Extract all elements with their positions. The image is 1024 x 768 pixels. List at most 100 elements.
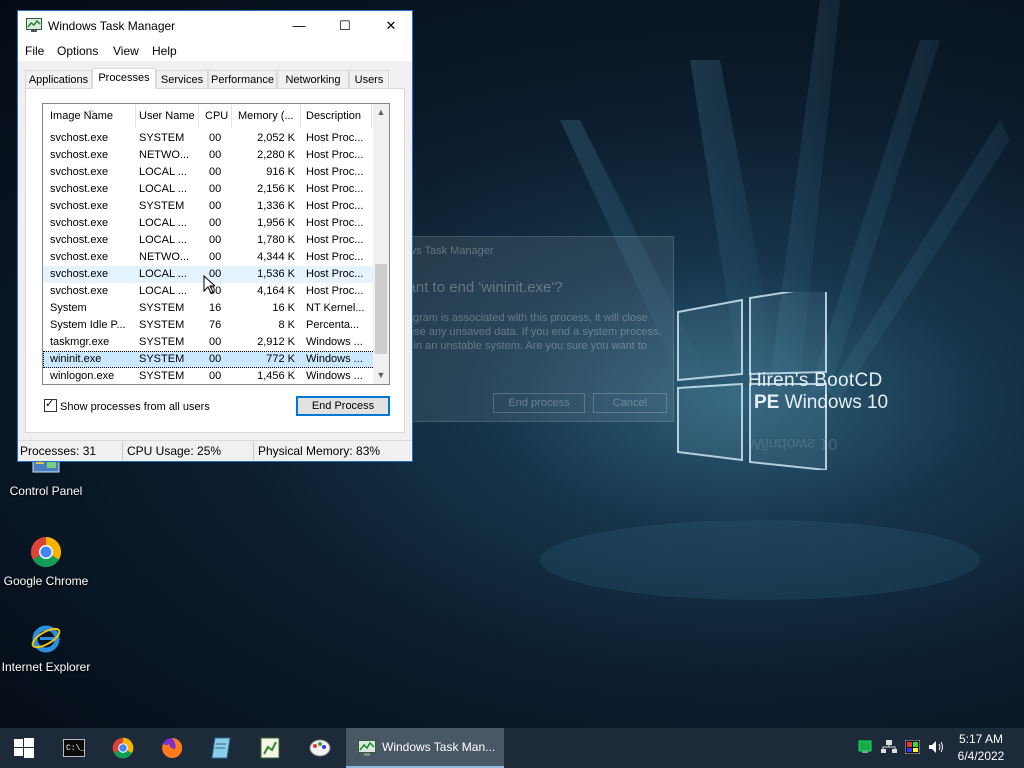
task-manager-icon (26, 18, 42, 35)
cell-cpu: 00 (209, 149, 222, 161)
table-row[interactable]: System Idle P... SYSTEM 76 8 K Percenta... (43, 317, 375, 334)
menu-options[interactable]: Options (57, 44, 98, 58)
cell-user: LOCAL ... (139, 285, 187, 297)
close-button[interactable]: ✕ (368, 11, 414, 41)
taskbar-paint[interactable] (296, 728, 344, 768)
cell-mem: 916 K (266, 166, 295, 178)
taskbar-task-manager[interactable]: Windows Task Man... (346, 728, 504, 768)
tab-networking[interactable]: Networking (277, 70, 349, 88)
start-icon (14, 738, 34, 758)
cell-desc: Windows ... (306, 353, 363, 365)
column-image-name[interactable]: Image Name (50, 110, 113, 122)
checkbox-checked-icon[interactable] (44, 397, 57, 412)
cell-desc: Host Proc... (306, 200, 364, 212)
clock-date: 6/4/2022 (957, 749, 1005, 763)
column-cpu[interactable]: CPU (205, 110, 228, 122)
paint-icon (309, 739, 331, 757)
menu-view[interactable]: View (113, 44, 139, 58)
tab-processes[interactable]: Processes (92, 68, 156, 89)
desktop-icon-label: Control Panel (9, 484, 83, 498)
menu-file[interactable]: File (25, 44, 44, 58)
end-process-button[interactable]: End Process (296, 396, 390, 416)
task-manager-icon (358, 740, 376, 756)
taskbar-sheet[interactable] (246, 728, 294, 768)
cell-image: svchost.exe (50, 183, 109, 195)
menu-help[interactable]: Help (152, 44, 177, 58)
table-row[interactable]: System SYSTEM 16 16 K NT Kernel... (43, 300, 375, 317)
tab-services[interactable]: Services (156, 70, 208, 88)
cell-desc: NT Kernel... (306, 302, 365, 314)
desktop-icon-chrome[interactable]: Google Chrome (0, 536, 94, 588)
scroll-thumb[interactable] (375, 264, 387, 354)
tab-performance[interactable]: Performance (208, 70, 277, 88)
cell-cpu: 00 (209, 200, 222, 212)
monitor-icon[interactable] (858, 740, 872, 754)
cell-desc: Windows ... (306, 370, 363, 382)
cell-image: winlogon.exe (50, 370, 115, 382)
table-row[interactable]: svchost.exe LOCAL ... 00 916 K Host Proc... (43, 164, 375, 181)
taskbar-cmd[interactable]: C:\_ (50, 728, 98, 768)
cell-cpu: 00 (209, 353, 222, 365)
show-all-processes-checkbox[interactable]: Show processes from all users (44, 397, 210, 413)
cell-desc: Host Proc... (306, 217, 364, 229)
menu-bar: File Options View Help (18, 41, 412, 61)
cell-desc: Host Proc... (306, 132, 364, 144)
cell-desc: Host Proc... (306, 149, 364, 161)
cell-user: LOCAL ... (139, 234, 187, 246)
table-row[interactable]: svchost.exe LOCAL ... 00 1,956 K Host Proc..… (43, 215, 375, 232)
cell-mem: 16 K (272, 302, 295, 314)
cell-mem: 772 K (266, 353, 295, 365)
tab-users[interactable]: Users (349, 70, 389, 88)
system-clock[interactable]: 5:17 AM 6/4/2022 (946, 731, 1016, 765)
cell-user: NETWO... (139, 149, 190, 161)
taskbar-notepad[interactable] (197, 728, 245, 768)
status-bar: Processes: 31 CPU Usage: 25% Physical Me… (18, 440, 412, 461)
desktop-icon-internet-explorer[interactable]: Internet Explorer (0, 622, 94, 674)
clock-time: 5:17 AM (958, 732, 1004, 746)
processes-panel: ︿ Image Name User Name CPU Memory (... D… (25, 88, 405, 433)
taskbar-chrome[interactable] (99, 728, 147, 768)
table-row[interactable]: winlogon.exe SYSTEM 00 1,456 K Windows ... (43, 368, 375, 384)
column-user-name[interactable]: User Name (139, 110, 195, 122)
cmd-icon: C:\_ (63, 739, 85, 757)
table-row[interactable]: svchost.exe NETWO... 00 2,280 K Host Proc... (43, 147, 375, 164)
table-row[interactable]: taskmgr.exe SYSTEM 00 2,912 K Windows ... (43, 334, 375, 351)
start-button[interactable] (0, 728, 48, 768)
cell-cpu: 16 (209, 302, 222, 314)
taskbar-firefox[interactable] (148, 728, 196, 768)
process-list[interactable]: ︿ Image Name User Name CPU Memory (... D… (42, 103, 390, 385)
cell-image: svchost.exe (50, 166, 109, 178)
cell-desc: Percenta... (306, 319, 360, 331)
ghost-end-process-button: End process (493, 393, 585, 413)
process-list-header: ︿ Image Name User Name CPU Memory (... D… (43, 104, 375, 128)
maximize-button[interactable]: ☐ (322, 11, 368, 41)
cell-image: svchost.exe (50, 149, 109, 161)
cell-user: SYSTEM (139, 353, 185, 365)
title-bar[interactable]: Windows Task Manager — ☐ ✕ (18, 11, 412, 41)
cell-user: SYSTEM (139, 319, 185, 331)
vertical-scrollbar[interactable]: ▲ ▼ (373, 104, 389, 384)
table-row[interactable]: wininit.exe SYSTEM 00 772 K Windows ... (43, 351, 375, 368)
cell-mem: 1,456 K (257, 370, 295, 382)
tab-applications[interactable]: Applications (25, 70, 92, 88)
table-row[interactable]: svchost.exe SYSTEM 00 2,052 K Host Proc... (43, 130, 375, 147)
cell-cpu: 00 (209, 132, 222, 144)
cell-image: svchost.exe (50, 268, 109, 280)
volume-icon[interactable] (928, 740, 946, 754)
svg-text:C:\_: C:\_ (66, 744, 85, 753)
scroll-up-icon[interactable]: ▲ (373, 104, 389, 121)
table-row[interactable]: svchost.exe NETWO... 00 4,344 K Host Proc... (43, 249, 375, 266)
column-memory[interactable]: Memory (... (238, 110, 294, 122)
scroll-down-icon[interactable]: ▼ (373, 367, 389, 384)
network-icon[interactable] (881, 740, 897, 754)
color-icon[interactable] (905, 740, 920, 754)
table-row[interactable]: svchost.exe SYSTEM 00 1,336 K Host Proc... (43, 198, 375, 215)
taskbar: C:\_ Windows Task Man... 5:17 AM 6/4/202… (0, 728, 1024, 768)
table-row[interactable]: svchost.exe LOCAL ... 00 2,156 K Host Proc..… (43, 181, 375, 198)
column-description[interactable]: Description (306, 110, 361, 122)
brand-reflection: Windows 10 (750, 435, 838, 452)
cell-cpu: 00 (209, 183, 222, 195)
minimize-button[interactable]: — (276, 11, 322, 41)
task-manager-window: Windows Task Manager — ☐ ✕ File Options … (17, 10, 413, 462)
table-row[interactable]: svchost.exe LOCAL ... 00 1,780 K Host Proc..… (43, 232, 375, 249)
